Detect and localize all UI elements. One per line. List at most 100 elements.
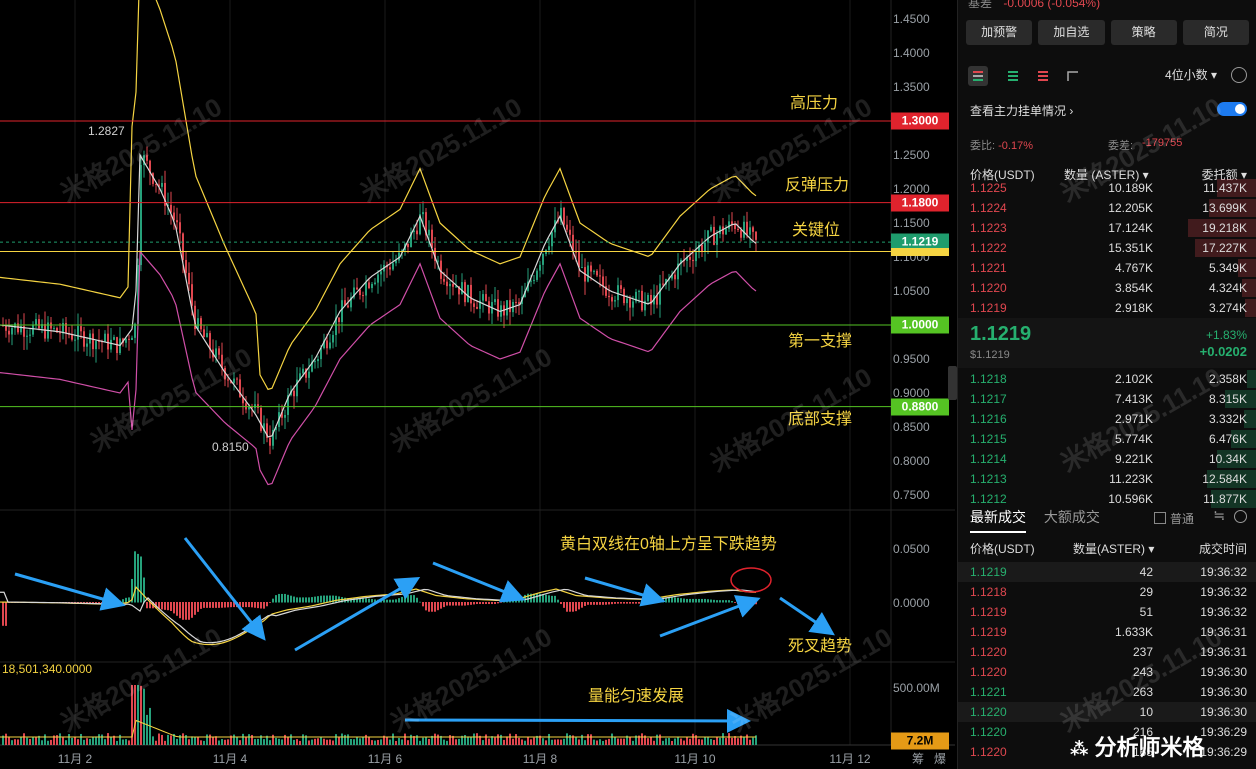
- volume-bar: [398, 738, 400, 745]
- ask-row[interactable]: 1.1223 17.124K 19.218K: [958, 218, 1256, 238]
- macd-bar: [401, 597, 403, 603]
- macd-bar: [545, 594, 547, 603]
- ask-row[interactable]: 1.1221 4.767K 5.349K: [958, 258, 1256, 278]
- ask-row[interactable]: 1.1225 10.189K 11.437K: [958, 178, 1256, 198]
- macd-bar: [584, 602, 586, 606]
- ask-row[interactable]: 1.1219 2.918K 3.274K: [958, 298, 1256, 318]
- volume-bar: [206, 734, 208, 745]
- macd-bar: [227, 602, 229, 608]
- macd-dea-line: [0, 588, 757, 644]
- macd-bar: [389, 599, 391, 603]
- main-orders-toggle[interactable]: [1217, 102, 1247, 116]
- candle-body: [377, 274, 379, 283]
- ask-row[interactable]: 1.1224 12.205K 13.699K: [958, 198, 1256, 218]
- last-price-usd: $1.1219: [970, 349, 1010, 361]
- bid-row[interactable]: 1.1216 2.971K 3.332K: [958, 409, 1256, 429]
- volume-bar: [590, 734, 592, 745]
- volume-bar: [380, 739, 382, 745]
- volume-bar: [200, 740, 202, 745]
- tab-large-trades[interactable]: 大额成交: [1044, 509, 1100, 525]
- trade-qty: 29: [1139, 585, 1153, 599]
- candle-body: [551, 232, 553, 247]
- bid-row[interactable]: 1.1212 10.596K 11.877K: [958, 489, 1256, 509]
- volume-bar: [236, 736, 238, 745]
- volume-bar: [494, 737, 496, 745]
- candle-body: [227, 379, 229, 381]
- main-orders-toggle-row: 查看主力挂单情况 ›: [970, 102, 1247, 119]
- add-alert-button[interactable]: 加预警: [966, 20, 1033, 45]
- trade-price: 1.1220: [970, 645, 1007, 659]
- chart-area[interactable]: 1.45001.40001.35001.30001.25001.20001.15…: [0, 0, 955, 769]
- macd-bar: [254, 602, 256, 608]
- brand-text: 分析师米格: [1094, 735, 1205, 760]
- bid-row[interactable]: 1.1214 9.221K 10.34K: [958, 449, 1256, 469]
- change-percent: +1.83%: [1205, 328, 1247, 342]
- volume-bar: [692, 733, 694, 745]
- ask-row[interactable]: 1.1220 3.854K 4.324K: [958, 278, 1256, 298]
- macd-bar: [386, 599, 388, 603]
- asks-view-icon[interactable]: [1033, 66, 1053, 86]
- bid-row[interactable]: 1.1218 2.102K 2.358K: [958, 369, 1256, 389]
- normal-checkbox[interactable]: 普通: [1154, 510, 1194, 527]
- volume-bar: [467, 736, 469, 745]
- depth-view-icon[interactable]: [1063, 66, 1083, 86]
- candle-body: [695, 252, 697, 262]
- volume-bar: [281, 739, 283, 745]
- volume-bar: [512, 738, 514, 745]
- volume-value: 18,501,340.0000: [2, 662, 93, 676]
- candle-body: [593, 270, 595, 272]
- macd-bar: [593, 602, 595, 605]
- trades-qty-header[interactable]: 数量(ASTER) ▾: [1073, 540, 1154, 557]
- tab-latest-trades[interactable]: 最新成交: [970, 509, 1026, 533]
- macd-bar: [317, 596, 319, 603]
- candle-body: [326, 340, 328, 349]
- candle-body: [50, 322, 52, 329]
- macd-histogram: [2, 551, 757, 626]
- macd-bar: [683, 598, 685, 603]
- candle-body: [734, 224, 736, 229]
- overview-button[interactable]: 简况: [1182, 20, 1249, 45]
- settings-icon[interactable]: [1231, 67, 1247, 83]
- bid-price: 1.1217: [970, 392, 1007, 406]
- add-watchlist-button[interactable]: 加自选: [1038, 20, 1105, 45]
- volume-bar: [188, 739, 190, 745]
- macd-bar: [104, 602, 106, 604]
- volume-bar: [419, 740, 421, 745]
- volume-bar: [737, 738, 739, 745]
- x-axis-label: 11月 4: [212, 752, 248, 766]
- panel-resize-handle[interactable]: [948, 366, 957, 400]
- candle-body: [65, 322, 67, 334]
- ask-row[interactable]: 1.1222 15.351K 17.227K: [958, 238, 1256, 258]
- strategy-button[interactable]: 策略: [1110, 20, 1177, 45]
- bid-row[interactable]: 1.1217 7.413K 8.315K: [958, 389, 1256, 409]
- trade-price: 1.1219: [970, 565, 1007, 579]
- macd-bar: [125, 597, 127, 603]
- bid-row[interactable]: 1.1213 11.223K 12.584K: [958, 469, 1256, 489]
- volume-bar: [140, 685, 142, 745]
- ask-total: 19.218K: [1202, 221, 1247, 235]
- macd-bar: [230, 602, 232, 608]
- volume-annotation: 量能匀速发展: [588, 688, 685, 705]
- bid-qty: 2.102K: [1114, 372, 1153, 386]
- volume-bar: [152, 736, 154, 745]
- decimals-select[interactable]: 4位小数 ▾: [1165, 66, 1217, 83]
- macd-bar: [146, 602, 148, 609]
- macd-bar: [185, 602, 187, 620]
- macd-bar: [686, 598, 688, 603]
- y-axis-label: 1.4500: [893, 12, 930, 26]
- macd-bar: [509, 600, 511, 603]
- trade-price: 1.1220: [970, 745, 1007, 759]
- macd-bar: [248, 602, 250, 608]
- bid-row[interactable]: 1.1215 5.774K 6.476K: [958, 429, 1256, 449]
- brand-overlay: ⁂ 分析师米格: [1070, 730, 1205, 762]
- trade-price: 1.1219: [970, 605, 1007, 619]
- macd-bar: [449, 602, 451, 606]
- volume-bar: [500, 734, 502, 745]
- candle-body: [128, 338, 130, 341]
- volume-bar: [338, 736, 340, 745]
- trades-settings-icon[interactable]: [1234, 510, 1247, 523]
- both-sides-view-icon[interactable]: [968, 66, 988, 86]
- filter-icon[interactable]: ≒: [1213, 507, 1225, 524]
- volume-bar: [650, 737, 652, 745]
- bids-view-icon[interactable]: [1003, 66, 1023, 86]
